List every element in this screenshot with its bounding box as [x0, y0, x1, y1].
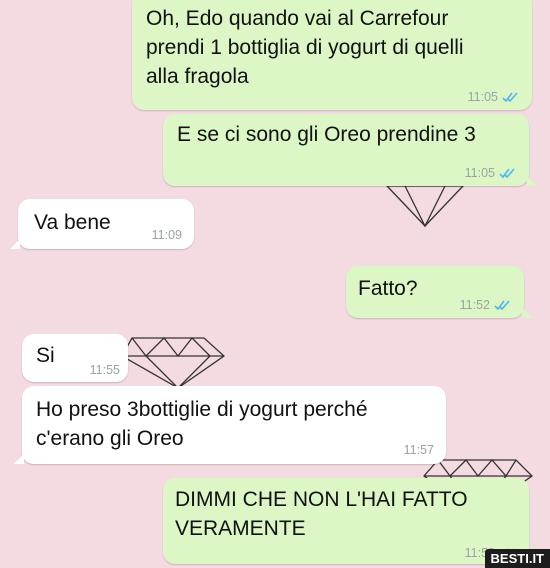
diamond-doodle-1 — [385, 185, 465, 228]
diamond-doodle-2 — [121, 337, 226, 389]
message-time: 11:09 — [151, 228, 182, 242]
message-meta: 11:52 — [460, 298, 512, 312]
message-meta: 11:55 — [90, 363, 120, 377]
message-time: 11:52 — [459, 298, 490, 312]
message-time: 11:57 — [403, 443, 434, 457]
message-text: DIMMI CHE NON L'HAI FATTO VERAMENTE — [175, 488, 468, 540]
outgoing-message[interactable]: DIMMI CHE NON L'HAI FATTO VERAMENTE 11:5… — [163, 478, 529, 564]
watermark: BESTI.IT — [484, 549, 550, 568]
incoming-message[interactable]: Si 11:55 — [22, 334, 128, 382]
message-text: Oh, Edo quando vai al Carrefour prendi 1… — [146, 7, 464, 88]
outgoing-message[interactable]: E se ci sono gli Oreo prendine 3 11:05 — [163, 114, 537, 186]
message-text: E se ci sono gli Oreo prendine 3 — [177, 123, 476, 146]
double-check-icon — [502, 92, 518, 103]
message-text: Ho preso 3bottiglie di yogurt perché c'e… — [36, 398, 368, 450]
double-check-icon — [499, 168, 515, 179]
message-time: 11:05 — [467, 90, 498, 104]
message-meta: 11:05 — [465, 166, 517, 180]
incoming-message[interactable]: Va bene 11:09 — [10, 199, 194, 249]
double-check-icon — [494, 300, 510, 311]
message-time: 11:55 — [89, 363, 120, 377]
outgoing-message[interactable]: Oh, Edo quando vai al Carrefour prendi 1… — [132, 0, 532, 110]
message-meta: 11:57 — [404, 443, 434, 457]
message-meta: 11:09 — [152, 228, 182, 242]
message-time: 11:05 — [464, 166, 495, 180]
incoming-message[interactable]: Ho preso 3bottiglie di yogurt perché c'e… — [14, 386, 446, 464]
outgoing-message[interactable]: Fatto? 11:52 — [346, 266, 532, 318]
message-meta: 11:05 — [468, 90, 520, 104]
